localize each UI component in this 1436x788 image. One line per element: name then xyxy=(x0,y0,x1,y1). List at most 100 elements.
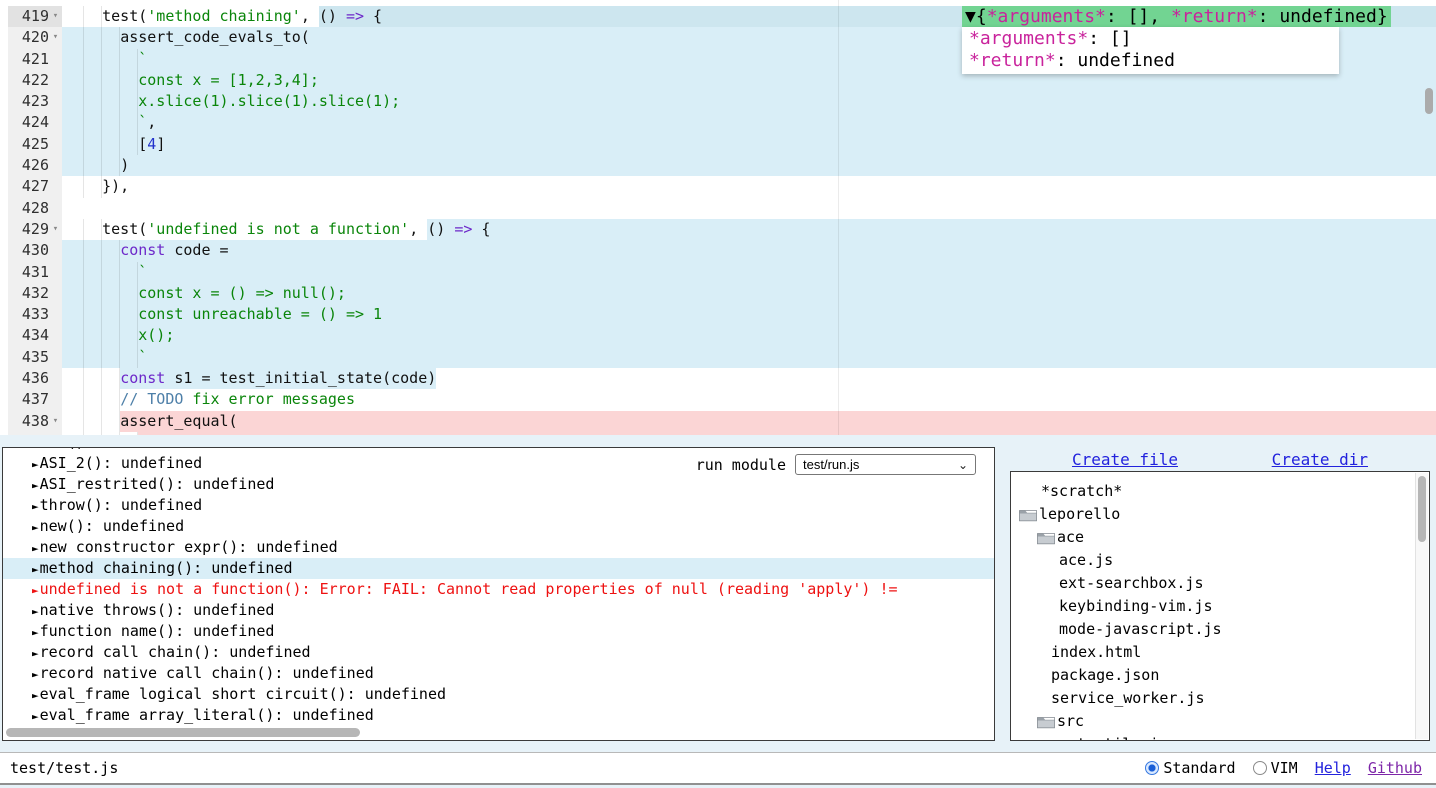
test-result-row[interactable]: ►eval_frame array_literal(): undefined xyxy=(32,705,994,726)
tree-item[interactable]: package.json xyxy=(1011,664,1429,687)
line-number-gutter[interactable]: 420▾ xyxy=(0,27,62,48)
expand-arrow-icon[interactable]: ► xyxy=(32,458,39,471)
console-hscrollbar[interactable] xyxy=(4,726,993,739)
tree-item[interactable]: service_worker.js xyxy=(1011,687,1429,710)
code-line[interactable]: 435 ` xyxy=(0,347,1436,368)
console-panel: ►ASI(): undefined►ASI_2(): undefined►ASI… xyxy=(2,447,995,741)
test-result-row[interactable]: ►undefined is not a function(): Error: F… xyxy=(32,579,994,600)
code-line[interactable]: 424 `, xyxy=(0,112,1436,133)
code-line[interactable]: 432 const x = () => null(); xyxy=(0,283,1436,304)
line-number-gutter[interactable]: 439 xyxy=(0,432,62,435)
code-editor[interactable]: 419▾ test('method chaining', () => {420▾… xyxy=(0,0,1436,435)
tree-item[interactable]: leporello xyxy=(1011,503,1429,526)
code-token: { xyxy=(472,219,490,240)
line-number-gutter[interactable]: 431 xyxy=(0,262,62,283)
tree-item[interactable]: *scratch* xyxy=(1011,480,1429,503)
tree-vscrollbar[interactable] xyxy=(1415,473,1428,739)
expand-arrow-icon[interactable]: ► xyxy=(32,500,39,513)
github-link[interactable]: Github xyxy=(1368,759,1422,777)
test-result-row[interactable]: ►ASI_restrited(): undefined xyxy=(32,474,994,495)
help-link[interactable]: Help xyxy=(1315,759,1351,777)
fold-arrow-icon[interactable]: ▾ xyxy=(49,411,62,432)
line-number-gutter[interactable]: 427 xyxy=(0,176,62,197)
test-result-row[interactable]: ►throw(): undefined xyxy=(32,495,994,516)
tree-item[interactable]: mode-javascript.js xyxy=(1011,618,1429,641)
tree-item[interactable]: ext-searchbox.js xyxy=(1011,572,1429,595)
line-number-gutter[interactable]: 428 xyxy=(0,198,62,219)
code-line[interactable]: 438▾ assert_equal( xyxy=(0,411,1436,432)
expand-arrow-icon[interactable]: ► xyxy=(32,668,39,681)
line-number-gutter[interactable]: 430 xyxy=(0,240,62,261)
expand-arrow-icon[interactable]: ► xyxy=(32,647,39,660)
line-number-gutter[interactable]: 425 xyxy=(0,134,62,155)
run-module-select[interactable]: test/run.js ⌄ xyxy=(795,454,976,475)
code-line[interactable]: 426 ) xyxy=(0,155,1436,176)
line-number-gutter[interactable]: 421 xyxy=(0,49,62,70)
tree-vscroll-thumb[interactable] xyxy=(1418,476,1426,542)
radio-vim[interactable] xyxy=(1253,761,1267,775)
tree-item[interactable]: src xyxy=(1011,710,1429,733)
radio-standard[interactable] xyxy=(1145,761,1159,775)
tree-item[interactable]: index.html xyxy=(1011,641,1429,664)
code-line[interactable]: 439 root_calltree_node(s1) xyxy=(0,432,1436,435)
line-number-gutter[interactable]: 419▾ xyxy=(0,6,62,27)
code-line[interactable]: 429▾ test('undefined is not a function',… xyxy=(0,219,1436,240)
expand-arrow-icon[interactable]: ► xyxy=(32,626,39,639)
create-file-link[interactable]: Create file xyxy=(1072,450,1178,469)
tree-item[interactable]: keybinding-vim.js xyxy=(1011,595,1429,618)
code-line[interactable]: 427 }), xyxy=(0,176,1436,197)
code-line[interactable]: 423 x.slice(1).slice(1).slice(1); xyxy=(0,91,1436,112)
line-number-gutter[interactable]: 434 xyxy=(0,325,62,346)
tree-item[interactable]: ace.js xyxy=(1011,549,1429,572)
line-number-gutter[interactable]: 433 xyxy=(0,304,62,325)
tooltip-entry[interactable]: *arguments*: [] xyxy=(969,28,1339,49)
code-line[interactable]: 430 const code = xyxy=(0,240,1436,261)
test-result-row[interactable]: ►eval_frame logical short circuit(): und… xyxy=(32,684,994,705)
expand-arrow-icon[interactable]: ► xyxy=(32,689,39,702)
line-number-gutter[interactable]: 432 xyxy=(0,283,62,304)
tree-item[interactable]: ace xyxy=(1011,526,1429,549)
expand-arrow-icon[interactable]: ► xyxy=(32,563,39,576)
test-result-row[interactable]: ►record native call chain(): undefined xyxy=(32,663,994,684)
line-number-gutter[interactable]: 429▾ xyxy=(0,219,62,240)
expand-arrow-icon[interactable]: ► xyxy=(32,710,39,723)
mode-vim[interactable]: VIM xyxy=(1253,759,1298,777)
code-line[interactable]: 428 xyxy=(0,198,1436,219)
tooltip-entry[interactable]: *return*: undefined xyxy=(969,50,1339,71)
test-result-row[interactable]: ►new(): undefined xyxy=(32,516,994,537)
line-number-gutter[interactable]: 423 xyxy=(0,91,62,112)
line-number-gutter[interactable]: 437 xyxy=(0,389,62,410)
line-number-gutter[interactable]: 422 xyxy=(0,70,62,91)
expand-arrow-icon[interactable]: ► xyxy=(32,521,39,534)
fold-arrow-icon[interactable]: ▾ xyxy=(49,27,62,48)
line-number-gutter[interactable]: 424 xyxy=(0,112,62,133)
console-hscroll-thumb[interactable] xyxy=(6,728,360,737)
test-result-row[interactable]: ►new constructor expr(): undefined xyxy=(32,537,994,558)
code-line[interactable]: 431 ` xyxy=(0,262,1436,283)
fold-arrow-icon[interactable]: ▾ xyxy=(49,219,62,240)
tooltip-header[interactable]: ▼{*arguments*: [], *return*: undefined} xyxy=(962,6,1391,27)
expand-arrow-icon[interactable]: ► xyxy=(32,448,39,450)
test-result-row[interactable]: ►record call chain(): undefined xyxy=(32,642,994,663)
line-number-gutter[interactable]: 436 xyxy=(0,368,62,389)
tree-item[interactable]: ast_utils.js xyxy=(1011,733,1429,741)
mode-standard[interactable]: Standard xyxy=(1145,759,1235,777)
code-line[interactable]: 434 x(); xyxy=(0,325,1436,346)
create-dir-link[interactable]: Create dir xyxy=(1272,450,1368,469)
expand-arrow-icon[interactable]: ► xyxy=(32,584,39,597)
fold-arrow-icon[interactable]: ▾ xyxy=(49,6,62,27)
expand-arrow-icon[interactable]: ► xyxy=(32,605,39,618)
line-number-gutter[interactable]: 438▾ xyxy=(0,411,62,432)
code-line[interactable]: 425 [4] xyxy=(0,134,1436,155)
line-number-gutter[interactable]: 426 xyxy=(0,155,62,176)
code-line[interactable]: 437 // TODO fix error messages xyxy=(0,389,1436,410)
test-result-row[interactable]: ►native throws(): undefined xyxy=(32,600,994,621)
expand-arrow-icon[interactable]: ► xyxy=(32,542,39,555)
editor-scrollbar-thumb[interactable] xyxy=(1425,88,1433,114)
code-line[interactable]: 436 const s1 = test_initial_state(code) xyxy=(0,368,1436,389)
code-line[interactable]: 433 const unreachable = () => 1 xyxy=(0,304,1436,325)
test-result-row[interactable]: ►method chaining(): undefined xyxy=(3,558,994,579)
line-number-gutter[interactable]: 435 xyxy=(0,347,62,368)
test-result-row[interactable]: ►function name(): undefined xyxy=(32,621,994,642)
expand-arrow-icon[interactable]: ► xyxy=(32,479,39,492)
